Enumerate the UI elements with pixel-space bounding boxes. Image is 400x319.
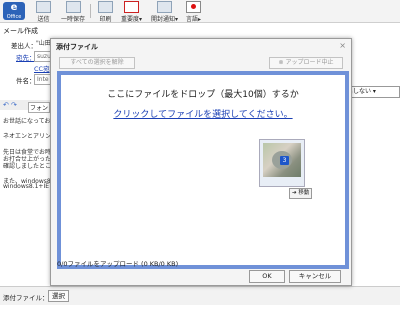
print-button[interactable]: 印刷 (98, 1, 113, 23)
importance-icon (124, 1, 139, 13)
read-receipt-button[interactable]: 開封通知▾ (151, 1, 178, 23)
clear-selection-button[interactable]: すべての選択を解除 (59, 57, 135, 69)
move-button[interactable]: ➔ 移動 (289, 188, 313, 199)
body-line: ネオエンとアリン (3, 133, 52, 140)
drop-zone[interactable]: ここにファイルをドロップ（最大10個）するか クリックしてファイルを選択してくだ… (57, 71, 349, 269)
undo-icon[interactable]: ↶ (3, 101, 9, 109)
language-flag-icon (186, 1, 201, 13)
upload-status: 0/0ファイルをアップロード (0 KB/0 KB) (57, 260, 179, 268)
send-label: 送信 (37, 16, 50, 23)
dialog-title: 添付ファイル (56, 43, 98, 51)
importance-button[interactable]: 重要度▾ (121, 1, 142, 23)
select-file-link[interactable]: クリックしてファイルを選択してください。 (61, 107, 345, 120)
importance-label: 重要度▾ (121, 16, 143, 23)
cc-link[interactable]: CC宛 (34, 63, 50, 73)
cancel-upload-button[interactable]: ⊗ アップロード中止 (269, 57, 343, 69)
body-line: 確認しましたとこ (3, 163, 52, 170)
main-toolbar: e Office 送信 一時保存 印刷 重要度▾ 開封通知▾ 言語▸ (0, 0, 400, 23)
send-button[interactable]: 送信 (36, 1, 51, 23)
to-label-link[interactable]: 宛先： (16, 52, 36, 62)
read-receipt-icon (157, 1, 172, 13)
body-line: windows8.1+IE (3, 183, 50, 190)
file-thumbnail[interactable]: 3 (259, 139, 305, 187)
close-icon[interactable]: × (339, 41, 346, 50)
attachment-label: 添付ファイル： (3, 294, 49, 302)
language-button[interactable]: 言語▸ (186, 1, 201, 23)
subject-label: 件名： (16, 77, 36, 85)
file-count-badge: 3 (280, 156, 289, 165)
toolbar-divider (90, 4, 91, 18)
logo-text: Office (6, 14, 22, 20)
save-draft-icon (65, 1, 81, 13)
attachment-bar: 添付ファイル： 選択 (0, 286, 400, 305)
koala-image: 3 (263, 143, 301, 177)
body-line: お世話になってお (3, 118, 51, 125)
save-draft-button[interactable]: 一時保存 (61, 1, 85, 23)
save-draft-label: 一時保存 (61, 16, 86, 23)
redo-icon[interactable]: ↷ (11, 101, 17, 109)
editor-toolbar: ↶ ↷ フォン (0, 100, 54, 113)
language-label: 言語▸ (186, 16, 202, 23)
print-icon (98, 1, 113, 13)
print-label: 印刷 (99, 16, 112, 23)
send-icon (36, 1, 51, 13)
page-title: メール作成 (3, 27, 38, 35)
drop-instruction: ここにファイルをドロップ（最大10個）するか (107, 90, 299, 100)
select-file-button[interactable]: 選択 (48, 290, 69, 302)
ok-button[interactable]: OK (249, 270, 285, 283)
read-receipt-label: 開封通知▾ (151, 16, 179, 23)
attachment-dialog: 添付ファイル × すべての選択を解除 ⊗ アップロード中止 ここにファイルをドロ… (50, 38, 352, 286)
logo-mark: e (10, 2, 18, 13)
cancel-button[interactable]: キャンセル (289, 270, 341, 283)
font-select[interactable]: フォン (28, 102, 51, 113)
app-logo: e Office (3, 2, 25, 20)
